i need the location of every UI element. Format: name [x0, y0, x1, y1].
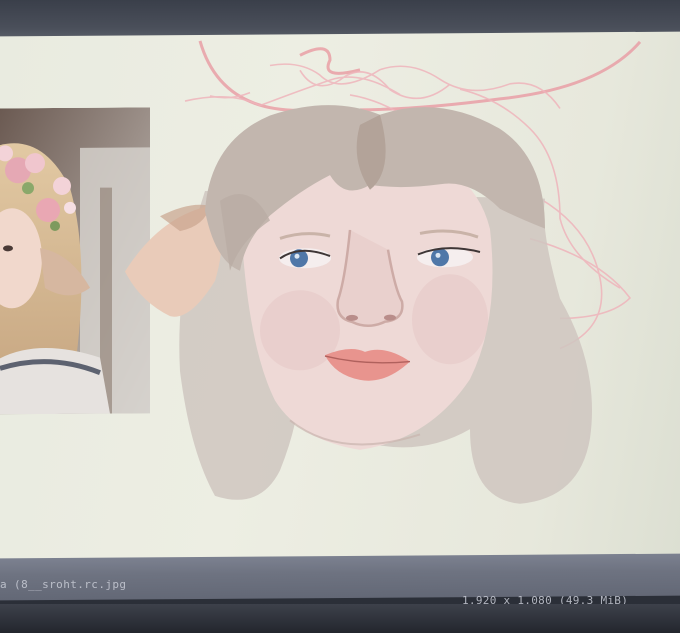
- status-filename: a (8__sroht.rc.jpg: [0, 578, 127, 591]
- painting: [125, 40, 642, 504]
- eye-right: [431, 248, 449, 267]
- drawing-canvas[interactable]: [0, 31, 680, 565]
- sketch-lines: [198, 40, 642, 112]
- monitor-bezel-bottom: [0, 604, 680, 633]
